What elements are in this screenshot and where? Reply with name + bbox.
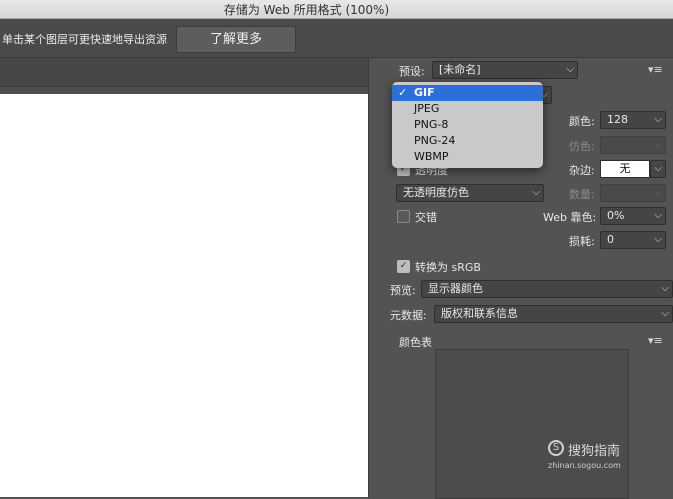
info-bar: 单击某个图层可更快速地导出资源 了解更多 [0, 19, 673, 58]
matte-label: 杂边: [569, 164, 595, 177]
chevron-down-icon: ⌵ [654, 210, 662, 221]
format-option-gif[interactable]: ✓ GIF [392, 85, 543, 101]
chevron-down-icon: ⌵ [532, 187, 540, 198]
interlaced-label: 交错 [415, 211, 437, 224]
preview-label: 预览: [390, 284, 416, 297]
color-table [435, 349, 629, 499]
preset-label: 预设: [399, 65, 425, 78]
matte-select[interactable]: ⌵ [650, 160, 666, 178]
matte-swatch[interactable]: 无 [600, 160, 650, 178]
chevron-down-icon: ⌵ [661, 308, 669, 319]
interlaced-checkbox[interactable] [397, 210, 410, 223]
lossy-label: 损耗: [569, 235, 595, 248]
preset-select[interactable]: [未命名] ⌵ [432, 61, 578, 79]
chevron-down-icon: ⌵ [654, 187, 662, 198]
color-table-menu-icon[interactable]: ▾≡ [648, 334, 663, 347]
convert-srgb-label: 转换为 sRGB [415, 261, 481, 274]
format-option-png24[interactable]: PNG-24 [392, 133, 543, 149]
dither-label: 仿色: [569, 140, 595, 153]
watermark-text: 搜狗指南 [568, 444, 621, 459]
checkmark-icon: ✓ [398, 86, 408, 99]
web-snap-select[interactable]: 0% ⌵ [600, 207, 666, 225]
metadata-value: 版权和联系信息 [441, 307, 518, 320]
chevron-down-icon: ⌵ [654, 114, 662, 125]
preview-value: 显示器颜色 [428, 282, 483, 295]
format-option-jpeg[interactable]: JPEG [392, 101, 543, 117]
transparency-dither-select[interactable]: 无透明度仿色 ⌵ [396, 184, 544, 202]
lossy-select[interactable]: 0 ⌵ [600, 231, 666, 249]
color-table-label: 颜色表 [399, 336, 432, 349]
amount-select[interactable]: ⌵ [600, 184, 666, 202]
web-snap-value: 0% [607, 209, 625, 222]
transparency-dither-value: 无透明度仿色 [403, 186, 469, 199]
format-option-wbmp[interactable]: WBMP [392, 149, 543, 165]
chevron-down-icon: ⌵ [654, 139, 662, 150]
preview-select[interactable]: 显示器颜色 ⌵ [421, 280, 673, 298]
watermark-url: zhinan.sogou.com [548, 461, 621, 470]
format-option-png8[interactable]: PNG-8 [392, 117, 543, 133]
panel-menu-icon[interactable]: ▾≡ [648, 63, 663, 76]
chevron-down-icon: ⌵ [566, 64, 574, 75]
lossy-value: 0 [607, 233, 614, 246]
amount-label: 数量: [569, 188, 595, 201]
preview-area [0, 58, 369, 497]
convert-srgb-checkbox[interactable]: ✓ [397, 260, 410, 273]
preset-value: [未命名] [439, 63, 481, 76]
colors-value: 128 [607, 113, 628, 126]
web-snap-label: Web 靠色: [543, 211, 597, 224]
metadata-label: 元数据: [390, 309, 427, 322]
image-preview-canvas[interactable] [0, 94, 368, 497]
window-title: 存储为 Web 所用格式 (100%) [223, 3, 390, 17]
dither-select[interactable]: ⌵ [600, 136, 666, 154]
learn-more-button[interactable]: 了解更多 [176, 26, 296, 53]
view-tabstrip [0, 58, 368, 87]
colors-label: 颜色: [569, 115, 595, 128]
chevron-down-icon: ⌵ [654, 163, 662, 174]
chevron-down-icon: ⌵ [661, 283, 669, 294]
chevron-down-icon: ⌵ [654, 234, 662, 245]
metadata-select[interactable]: 版权和联系信息 ⌵ [434, 305, 673, 323]
format-dropdown-menu: ✓ GIF JPEG PNG-8 PNG-24 WBMP [392, 82, 543, 168]
colors-select[interactable]: 128 ⌵ [600, 111, 666, 129]
export-hint-text: 单击某个图层可更快速地导出资源 [2, 33, 167, 46]
sogou-logo-icon: S [548, 440, 564, 456]
window-titlebar: 存储为 Web 所用格式 (100%) [0, 0, 673, 19]
